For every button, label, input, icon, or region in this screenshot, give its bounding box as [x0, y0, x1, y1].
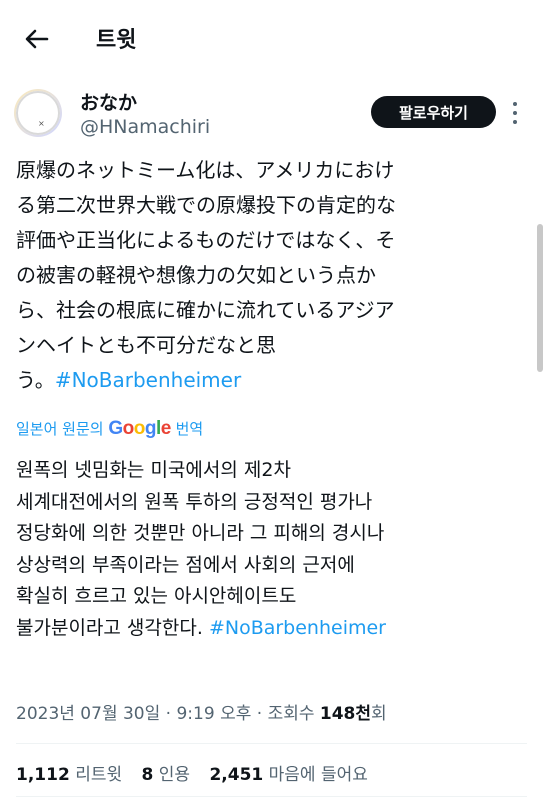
translation-line: 정당화에 의한 것뿐만 아니라 그 피해의 경시나 — [16, 522, 385, 544]
tweet-time[interactable]: 9:19 오후 — [176, 704, 251, 724]
google-logo: Google — [108, 418, 171, 439]
views-label: 조회수 — [267, 704, 315, 724]
divider — [16, 796, 527, 797]
avatar-mark-icon: × — [38, 119, 45, 128]
page-title: 트윗 — [96, 28, 137, 53]
tweet-line: 評価や正当化によるものだけではなく、そ — [16, 228, 396, 252]
divider — [16, 743, 527, 744]
translation-text-end: 불가분이라고 생각한다. — [16, 616, 203, 639]
translation-hashtag-link[interactable]: #NoBarbenheimer — [209, 617, 386, 639]
translation-line: 원폭의 넷밈화는 미국에서의 제2차 — [16, 459, 291, 481]
follow-button[interactable]: 팔로우하기 — [371, 96, 496, 128]
hashtag-link[interactable]: #NoBarbenheimer — [55, 368, 241, 392]
tweet-line: ら、社会の根底に確かに流れているアジア — [16, 298, 395, 322]
translate-suffix: 번역 — [175, 420, 204, 438]
tweet-line: る第二次世界大戦での原爆投下の肯定的な — [16, 193, 396, 217]
engagement-stats: 1,112 리트윗 8 인용 2,451 마음에 들어요 — [16, 760, 382, 785]
quotes-label: 인용 — [158, 765, 191, 785]
tweet-date[interactable]: 2023년 07월 30일 — [16, 704, 160, 724]
top-bar: 트윗 — [0, 0, 543, 78]
translation-line: 불가분이라고 생각한다. #NoBarbenheimer — [16, 613, 528, 645]
retweets-stat[interactable]: 1,112 리트윗 — [16, 765, 122, 785]
translate-prefix: 일본어 원문의 — [16, 420, 104, 438]
translation-line: 확실히 흐르고 있는 아시안헤이트도 — [16, 585, 297, 607]
views-count: 148천 — [319, 704, 372, 724]
translation-line: 세계대전에서의 원폭 투하의 긍정적인 평가나 — [16, 490, 373, 513]
scrollbar[interactable] — [537, 224, 543, 372]
likes-stat[interactable]: 2,451 마음에 들어요 — [209, 765, 367, 785]
translated-text: 원폭의 넷밈화는 미국에서의 제2차 세계대전에서의 원폭 투하의 긍정적인 평… — [16, 455, 528, 644]
quotes-count: 8 — [141, 765, 154, 785]
tweet-text-end: う。 — [16, 368, 55, 392]
display-name[interactable]: おなか — [80, 88, 137, 115]
tweet-text: 原爆のネットミーム化は、アメリカにおけ る第二次世界大戦での原爆投下の肯定的な … — [16, 153, 526, 398]
meta-separator: · — [251, 704, 268, 724]
retweets-count: 1,112 — [16, 765, 70, 785]
translation-line: 상상력의 부족이라는 점에서 사회의 근저에 — [16, 553, 355, 576]
retweets-label: 리트윗 — [75, 765, 123, 785]
tweet-line: の被害の軽視や想像力の欠如という点か — [16, 263, 376, 287]
translate-credit[interactable]: 일본어 원문의 Google 번역 — [16, 418, 203, 440]
tweet-line: 原爆のネットミーム化は、アメリカにおけ — [16, 158, 395, 182]
user-handle[interactable]: @HNamachiri — [80, 116, 210, 138]
back-arrow-icon[interactable] — [22, 24, 52, 54]
tweet-line: う。#NoBarbenheimer — [16, 363, 526, 398]
likes-label: 마음에 들어요 — [268, 765, 368, 785]
tweet-line: ンヘイトとも不可分だなと思 — [16, 333, 276, 357]
avatar[interactable]: × — [16, 91, 60, 135]
more-options-icon[interactable] — [509, 100, 521, 126]
meta-separator: · — [160, 704, 177, 724]
quotes-stat[interactable]: 8 인용 — [142, 765, 191, 785]
likes-count: 2,451 — [209, 765, 264, 785]
tweet-meta: 2023년 07월 30일 · 9:19 오후 · 조회수 148천회 — [16, 699, 387, 724]
views-suffix: 회 — [371, 704, 387, 724]
